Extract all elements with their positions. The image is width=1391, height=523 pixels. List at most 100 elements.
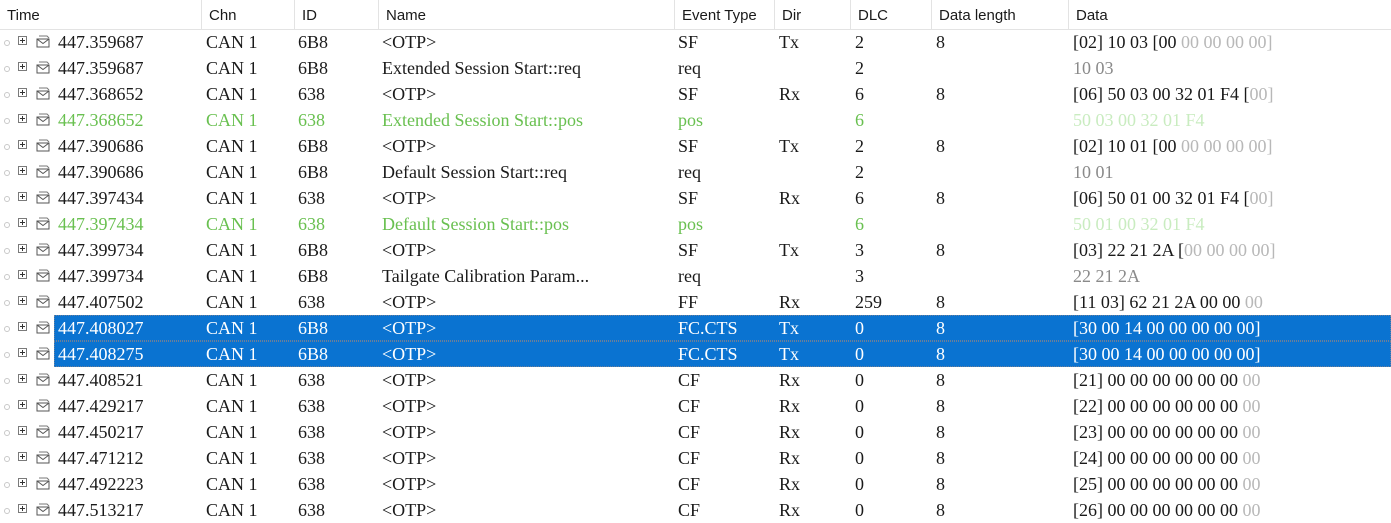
expand-icon[interactable]	[18, 62, 27, 71]
table-row[interactable]: 447.471212 CAN 1 638 <OTP> CF Rx 0 8 [24] 00 00 …	[0, 445, 1391, 471]
data-length-cell: 8	[936, 32, 945, 52]
expand-icon[interactable]	[18, 322, 27, 331]
event-type-cell: FF	[678, 292, 699, 312]
data-bytes: [03] 22 21 2A [	[1073, 240, 1184, 260]
table-row[interactable]: 447.492223 CAN 1 638 <OTP> CF Rx 0 8 [25] 00 00 …	[0, 471, 1391, 497]
column-header-time[interactable]: Time	[0, 0, 201, 29]
name-cell: <OTP>	[382, 32, 437, 52]
dir-cell: Tx	[779, 32, 799, 52]
expand-icon[interactable]	[18, 426, 27, 435]
time-cell: 447.513217	[58, 500, 144, 520]
message-icon	[36, 347, 50, 360]
expand-icon[interactable]	[18, 270, 27, 279]
channel-cell: CAN 1	[206, 240, 258, 260]
event-type-cell: CF	[678, 448, 701, 468]
time-cell: 447.408275	[58, 344, 144, 364]
name-cell: <OTP>	[382, 292, 437, 312]
column-header-chn[interactable]: Chn	[201, 0, 294, 29]
data-cell: [02] 10 03 [00 00 00 00 00]	[1073, 29, 1272, 55]
data-bytes-dim: 50 03 00 32 01 F4	[1073, 110, 1205, 130]
data-bytes-dim: 00	[1242, 500, 1261, 520]
dlc-cell: 6	[855, 84, 864, 104]
data-cell: [26] 00 00 00 00 00 00 00	[1073, 497, 1261, 523]
event-type-cell: pos	[678, 214, 704, 234]
data-bytes-dim: 00	[1244, 292, 1263, 312]
column-header-data-length[interactable]: Data length	[931, 0, 1068, 29]
table-row[interactable]: 447.368652 CAN 1 638 Extended Session Start…	[0, 107, 1391, 133]
column-header-data[interactable]: Data	[1068, 0, 1391, 29]
dir-cell: Tx	[779, 136, 799, 156]
dir-cell: Tx	[779, 344, 799, 364]
table-row[interactable]: 447.397434 CAN 1 638 <OTP> SF Rx 6 8 [06] 50 01 …	[0, 185, 1391, 211]
row-marker-icon	[4, 378, 10, 384]
table-row[interactable]: 447.359687 CAN 1 6B8 <OTP> SF Tx 2 8 [02] 10 03 …	[0, 29, 1391, 55]
table-row[interactable]: 447.408521 CAN 1 638 <OTP> CF Rx 0 8 [21] 00 00 …	[0, 367, 1391, 393]
expand-icon[interactable]	[18, 192, 27, 201]
table-row[interactable]: 447.399734 CAN 1 6B8 <OTP> SF Tx 3 8 [03] 22 21 …	[0, 237, 1391, 263]
column-header-id[interactable]: ID	[294, 0, 378, 29]
expand-icon[interactable]	[18, 218, 27, 227]
data-bytes-dim: 22 21 2A	[1073, 266, 1140, 286]
name-cell: <OTP>	[382, 448, 437, 468]
message-icon	[36, 451, 50, 464]
expand-icon[interactable]	[18, 114, 27, 123]
data-length-cell: 8	[936, 370, 945, 390]
id-cell: 6B8	[298, 344, 329, 364]
expand-icon[interactable]	[18, 88, 27, 97]
table-row[interactable]: 447.429217 CAN 1 638 <OTP> CF Rx 0 8 [22] 00 00 …	[0, 393, 1391, 419]
expand-icon[interactable]	[18, 36, 27, 45]
expand-icon[interactable]	[18, 348, 27, 357]
dlc-cell: 0	[855, 370, 864, 390]
expand-icon[interactable]	[18, 296, 27, 305]
data-bytes: [30 00 14 00 00 00 00 00]	[1073, 344, 1261, 364]
data-bytes: [22] 00 00 00 00 00 00	[1073, 396, 1243, 416]
data-cell: [23] 00 00 00 00 00 00 00	[1073, 419, 1261, 445]
data-bytes-dim: 00	[1242, 474, 1261, 494]
table-row[interactable]: 447.407502 CAN 1 638 <OTP> FF Rx 259 8 [11 03] 6…	[0, 289, 1391, 315]
message-icon	[36, 243, 50, 256]
id-cell: 6B8	[298, 58, 329, 78]
id-cell: 6B8	[298, 32, 329, 52]
channel-cell: CAN 1	[206, 318, 258, 338]
expand-icon[interactable]	[18, 166, 27, 175]
table-row[interactable]: 447.390686 CAN 1 6B8 Default Session Start:…	[0, 159, 1391, 185]
expand-icon[interactable]	[18, 400, 27, 409]
column-header-dlc[interactable]: DLC	[850, 0, 931, 29]
event-type-cell: pos	[678, 110, 704, 130]
table-row[interactable]: 447.359687 CAN 1 6B8 Extended Session Start…	[0, 55, 1391, 81]
table-row[interactable]: 447.408275 CAN 1 6B8 <OTP> FC.CTS Tx 0 8 [30 00 …	[0, 341, 1391, 367]
table-row[interactable]: 447.408027 CAN 1 6B8 <OTP> FC.CTS Tx 0 8 [30 00 …	[0, 315, 1391, 341]
data-bytes: [24] 00 00 00 00 00 00	[1073, 448, 1243, 468]
row-marker-icon	[4, 40, 10, 46]
name-cell: <OTP>	[382, 370, 437, 390]
data-cell: [21] 00 00 00 00 00 00 00	[1073, 367, 1261, 393]
data-cell: 10 03	[1073, 55, 1114, 81]
expand-icon[interactable]	[18, 244, 27, 253]
expand-icon[interactable]	[18, 140, 27, 149]
message-icon	[36, 425, 50, 438]
id-cell: 6B8	[298, 240, 329, 260]
expand-icon[interactable]	[18, 504, 27, 513]
table-row[interactable]: 447.513217 CAN 1 638 <OTP> CF Rx 0 8 [26] 00 00 …	[0, 497, 1391, 523]
channel-cell: CAN 1	[206, 32, 258, 52]
expand-icon[interactable]	[18, 374, 27, 383]
channel-cell: CAN 1	[206, 110, 258, 130]
expand-icon[interactable]	[18, 478, 27, 487]
data-bytes: [02] 10 01 [00	[1073, 136, 1177, 156]
expand-icon[interactable]	[18, 452, 27, 461]
name-cell: <OTP>	[382, 474, 437, 494]
name-cell: <OTP>	[382, 318, 437, 338]
data-cell: [03] 22 21 2A [00 00 00 00]	[1073, 237, 1276, 263]
table-row[interactable]: 447.368652 CAN 1 638 <OTP> SF Rx 6 8 [06] 50 03 …	[0, 81, 1391, 107]
column-header-dir[interactable]: Dir	[774, 0, 850, 29]
table-row[interactable]: 447.399734 CAN 1 6B8 Tailgate Calibration P…	[0, 263, 1391, 289]
row-marker-icon	[4, 66, 10, 72]
table-row[interactable]: 447.390686 CAN 1 6B8 <OTP> SF Tx 2 8 [02] 10 01 …	[0, 133, 1391, 159]
column-header-event-type[interactable]: Event Type	[674, 0, 774, 29]
column-header-name[interactable]: Name	[378, 0, 674, 29]
column-header: Time Chn ID Name Event Type Dir DLC Data…	[0, 0, 1391, 30]
table-row[interactable]: 447.397434 CAN 1 638 Default Session Start:…	[0, 211, 1391, 237]
dlc-cell: 6	[855, 214, 864, 234]
table-row[interactable]: 447.450217 CAN 1 638 <OTP> CF Rx 0 8 [23] 00 00 …	[0, 419, 1391, 445]
message-icon	[36, 165, 50, 178]
